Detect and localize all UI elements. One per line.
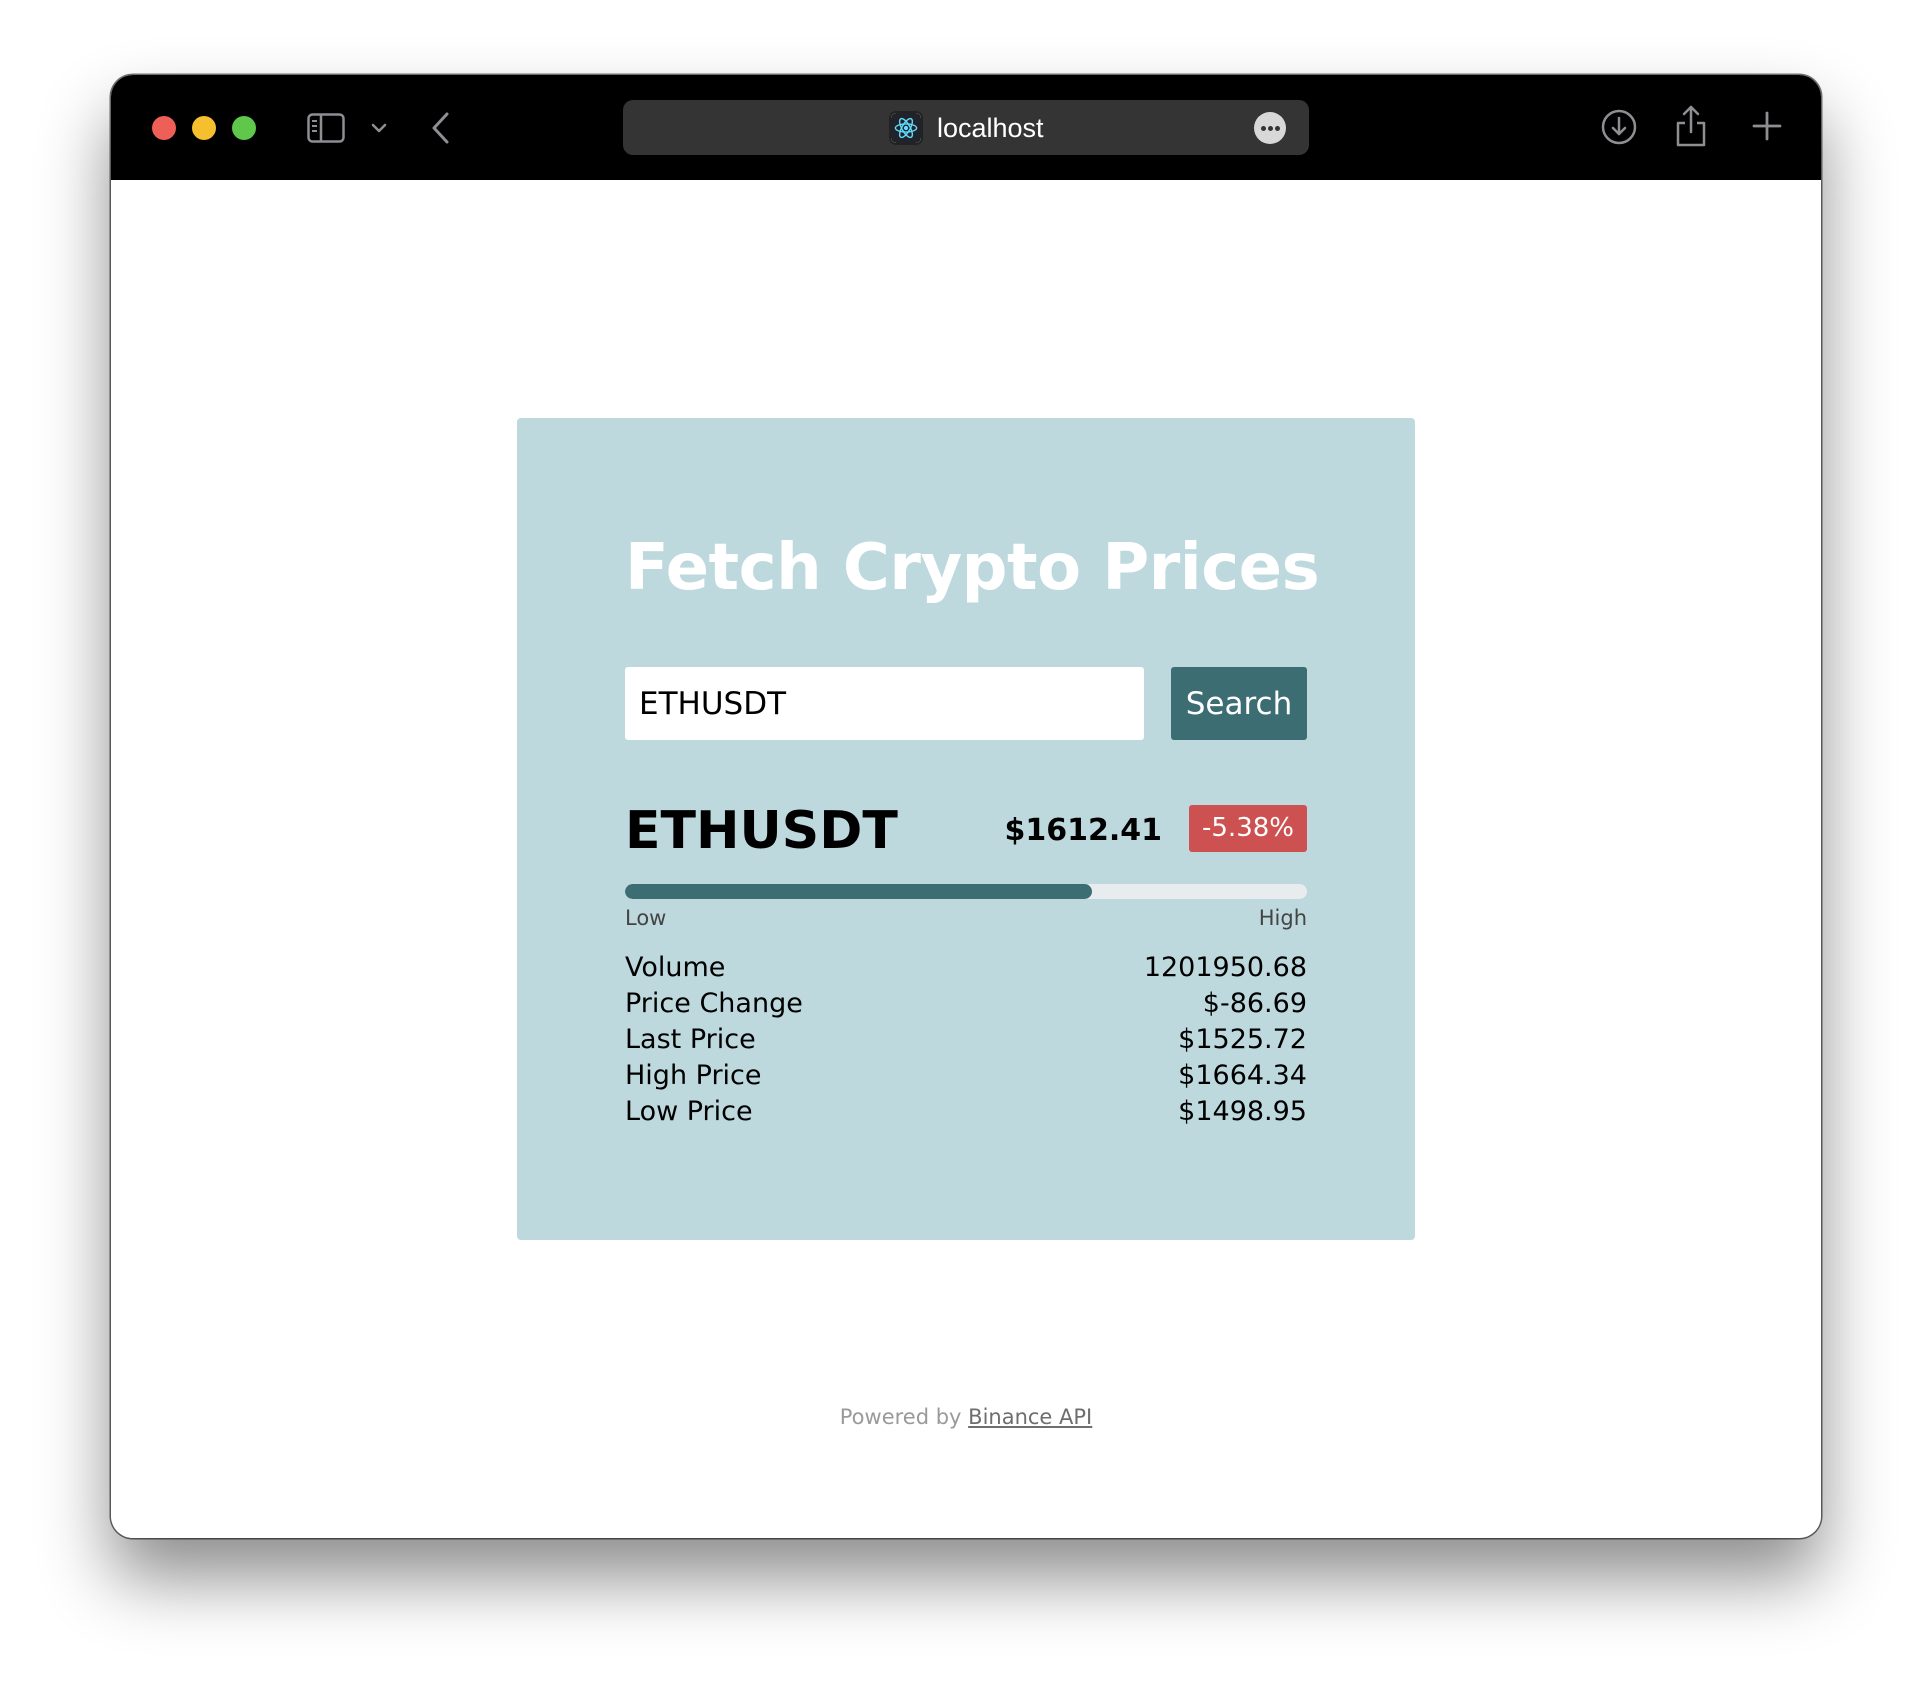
minimize-window-button[interactable] xyxy=(192,116,216,140)
stat-label: Low Price xyxy=(625,1096,753,1127)
react-atom-icon xyxy=(889,111,923,145)
price-range-bar xyxy=(625,884,1307,899)
stat-label: High Price xyxy=(625,1060,762,1091)
page-content: Fetch Crypto Prices Search ETHUSDT $1612… xyxy=(111,180,1821,1538)
browser-toolbar: localhost xyxy=(111,75,1821,180)
stat-row-high-price: High Price $1664.34 xyxy=(625,1058,1307,1094)
stat-value: $1525.72 xyxy=(1178,1024,1307,1055)
stat-value: $1664.34 xyxy=(1178,1060,1307,1091)
close-window-button[interactable] xyxy=(152,116,176,140)
stat-label: Last Price xyxy=(625,1024,756,1055)
range-high-label: High xyxy=(1258,906,1307,930)
price-change-badge: -5.38% xyxy=(1189,805,1307,852)
url-text[interactable]: localhost xyxy=(937,110,1044,146)
page-title: Fetch Crypto Prices xyxy=(625,531,1320,605)
stat-label: Volume xyxy=(625,952,726,983)
ellipsis-icon[interactable] xyxy=(1254,112,1286,144)
browser-window: localhost Fetch Crypto Prices ETHUSDT Se… xyxy=(111,75,1821,1538)
stats-list: Volume 1201950.68 Price Change $-86.69 L… xyxy=(625,950,1307,1130)
screen: localhost Fetch Crypto Prices ETHUSDT Se… xyxy=(0,0,1932,1686)
crypto-card: Fetch Crypto Prices Search ETHUSDT $1612… xyxy=(517,418,1415,1240)
symbol-search-input[interactable] xyxy=(625,667,1144,740)
sidebar-icon[interactable] xyxy=(307,113,345,143)
price-range-fill xyxy=(625,884,1093,899)
stat-row-low-price: Low Price $1498.95 xyxy=(625,1094,1307,1130)
stat-row-volume: Volume 1201950.68 xyxy=(625,950,1307,986)
chevron-down-icon[interactable] xyxy=(370,119,388,137)
chevron-left-icon[interactable] xyxy=(429,111,453,145)
footer: Powered by Binance API xyxy=(111,1402,1821,1432)
stat-row-last-price: Last Price $1525.72 xyxy=(625,1022,1307,1058)
search-button[interactable]: Search xyxy=(1171,667,1307,740)
download-icon[interactable] xyxy=(1600,108,1638,146)
plus-icon[interactable] xyxy=(1751,110,1783,142)
stat-row-price-change: Price Change $-86.69 xyxy=(625,986,1307,1022)
range-low-label: Low xyxy=(625,906,667,930)
current-price: $1612.41 xyxy=(1004,813,1162,848)
binance-api-link[interactable]: Binance API xyxy=(968,1405,1092,1429)
zoom-window-button[interactable] xyxy=(232,116,256,140)
stat-value: $-86.69 xyxy=(1202,988,1307,1019)
ticker-symbol: ETHUSDT xyxy=(625,801,898,861)
footer-prefix: Powered by xyxy=(839,1405,962,1429)
stat-label: Price Change xyxy=(625,988,803,1019)
stat-value: $1498.95 xyxy=(1178,1096,1307,1127)
share-icon[interactable] xyxy=(1674,104,1708,148)
stat-value: 1201950.68 xyxy=(1143,952,1307,983)
